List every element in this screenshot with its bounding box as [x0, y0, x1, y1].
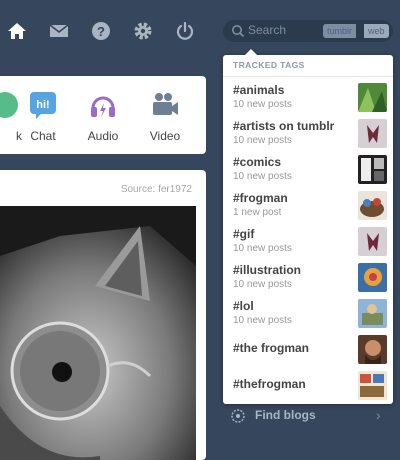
- post-type-chat-label: Chat: [30, 129, 56, 143]
- tag-count: 10 new posts: [233, 135, 292, 146]
- home-icon[interactable]: [4, 18, 30, 44]
- tracked-tags-header: TRACKED TAGS: [223, 55, 393, 77]
- tag-row-animals[interactable]: #animals 10 new posts: [223, 81, 393, 117]
- tag-thumbnail: [358, 83, 387, 112]
- post-card: Source: fer1972: [0, 170, 206, 460]
- post-type-audio-label: Audio: [87, 129, 119, 143]
- tag-thumbnail: [358, 335, 387, 364]
- tag-count: 1 new post: [233, 207, 282, 218]
- tracked-tags-dropdown: TRACKED TAGS #animals 10 new posts #arti…: [223, 49, 393, 405]
- svg-text:hi!: hi!: [36, 99, 49, 111]
- tag-count: 10 new posts: [233, 171, 292, 182]
- tag-count: 10 new posts: [233, 99, 292, 110]
- search-input[interactable]: Search tumblr web: [223, 20, 393, 42]
- tag-thumbnail: [358, 191, 387, 220]
- tag-count: 10 new posts: [233, 315, 292, 326]
- tag-count: 10 new posts: [233, 243, 292, 254]
- tag-thumbnail: [358, 371, 387, 400]
- find-blogs-label: Find blogs: [255, 408, 316, 422]
- post-type-video-label: Video: [149, 129, 181, 143]
- tag-row-the-frogman[interactable]: #the frogman: [223, 333, 393, 369]
- compass-icon: [230, 408, 246, 424]
- tag-name: #the frogman: [233, 341, 310, 355]
- tag-name: #comics: [233, 155, 282, 169]
- video-icon: [153, 93, 178, 115]
- help-icon[interactable]: ?: [88, 18, 114, 44]
- post-type-chat[interactable]: hi! Chat: [20, 90, 66, 143]
- tag-row-artists-on-tumblr[interactable]: #artists on tumblr 10 new posts: [223, 117, 393, 153]
- tag-count: 10 new posts: [233, 279, 292, 290]
- tag-name: #illustration: [233, 263, 302, 277]
- tag-name: #gif: [233, 227, 255, 241]
- tag-row-thefrogman[interactable]: #thefrogman: [223, 369, 393, 405]
- tag-row-frogman[interactable]: #frogman 1 new post: [223, 189, 393, 225]
- search-icon: [231, 24, 245, 38]
- svg-text:?: ?: [97, 24, 105, 39]
- power-icon[interactable]: [172, 18, 198, 44]
- audio-icon: [91, 96, 115, 117]
- post-photo[interactable]: [0, 206, 196, 460]
- tag-name: #animals: [233, 83, 285, 97]
- tag-thumbnail: [358, 299, 387, 328]
- tag-name: #lol: [233, 299, 254, 313]
- tag-name: #artists on tumblr: [233, 119, 335, 133]
- chat-icon: hi!: [30, 92, 56, 119]
- post-type-video[interactable]: Video: [142, 90, 188, 143]
- search-placeholder: Search: [248, 23, 287, 37]
- tag-thumbnail: [358, 155, 387, 184]
- find-blogs-link[interactable]: Find blogs ›: [228, 404, 393, 426]
- tag-thumbnail: [358, 227, 387, 256]
- post-type-bar: k hi! Chat Audio Video: [0, 76, 206, 154]
- post-source[interactable]: Source: fer1972: [121, 184, 192, 195]
- chevron-right-icon: ›: [376, 407, 381, 423]
- tag-row-comics[interactable]: #comics 10 new posts: [223, 153, 393, 189]
- tag-thumbnail: [358, 263, 387, 292]
- search-scope-tumblr[interactable]: tumblr: [323, 24, 357, 38]
- tag-name: #thefrogman: [233, 377, 306, 391]
- tag-row-illustration[interactable]: #illustration 10 new posts: [223, 261, 393, 297]
- post-type-audio[interactable]: Audio: [80, 90, 126, 143]
- tag-row-gif[interactable]: #gif 10 new posts: [223, 225, 393, 261]
- search-scope-web[interactable]: web: [364, 24, 389, 38]
- mail-icon[interactable]: [46, 18, 72, 44]
- tag-row-lol[interactable]: #lol 10 new posts: [223, 297, 393, 333]
- link-icon: [0, 92, 18, 118]
- tag-name: #frogman: [233, 191, 288, 205]
- tag-thumbnail: [358, 119, 387, 148]
- gear-icon[interactable]: [130, 18, 156, 44]
